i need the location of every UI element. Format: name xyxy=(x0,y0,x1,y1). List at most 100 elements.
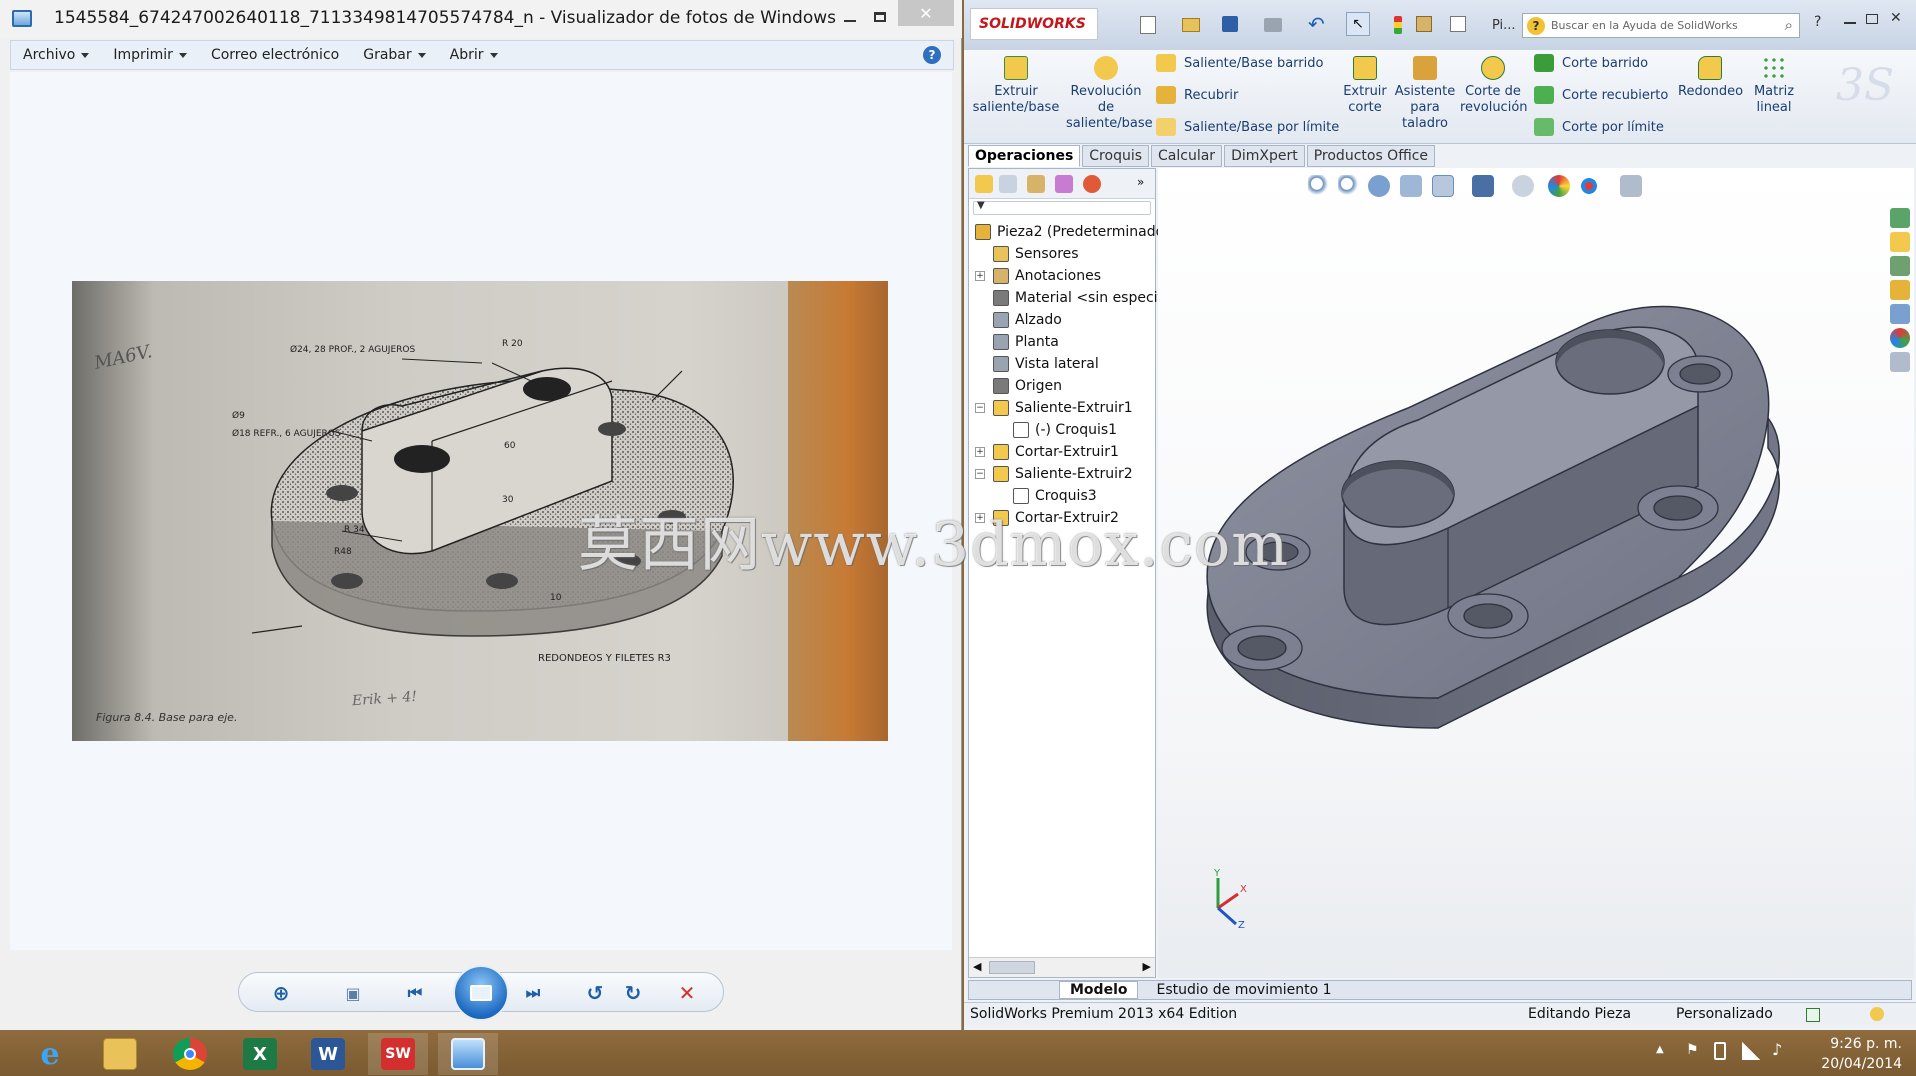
status-units[interactable]: Personalizado xyxy=(1676,1006,1773,1022)
lofted-cut-button[interactable]: Corte recubierto xyxy=(1534,86,1668,104)
tree-filter-input[interactable]: ▼ xyxy=(973,200,1151,215)
display-manager-icon[interactable] xyxy=(1083,175,1101,193)
tree-item[interactable]: − Saliente-Extruir1 xyxy=(975,397,1133,419)
tree-item[interactable]: Sensores xyxy=(993,243,1079,265)
tree-horizontal-scrollbar[interactable]: ◀ ▶ xyxy=(969,957,1155,977)
help-menu-icon[interactable]: ? xyxy=(1814,14,1821,30)
save-icon[interactable] xyxy=(1222,16,1238,32)
tray-show-hidden-icon[interactable]: ▲ xyxy=(1656,1044,1664,1055)
rebuild-icon[interactable] xyxy=(1394,16,1402,34)
next-button[interactable]: ⏭ xyxy=(517,977,549,1009)
collapse-icon[interactable]: − xyxy=(975,469,985,479)
file-properties-icon[interactable] xyxy=(1416,16,1432,32)
tree-item[interactable]: Vista lateral xyxy=(993,353,1099,375)
menu-abrir[interactable]: Abrir xyxy=(438,47,510,63)
delete-button[interactable]: ✕ xyxy=(671,977,703,1009)
hide-show-items-icon[interactable] xyxy=(1512,175,1534,197)
expand-icon[interactable]: + xyxy=(975,271,985,281)
boundary-cut-button[interactable]: Corte por límite xyxy=(1534,118,1664,136)
tree-item[interactable]: Alzado xyxy=(993,309,1062,331)
tab-dimxpert[interactable]: DimXpert xyxy=(1224,145,1305,167)
zoom-to-fit-icon[interactable] xyxy=(1308,175,1330,197)
restore-button[interactable] xyxy=(1866,14,1878,24)
extrude-cut-button[interactable]: Extruir corte xyxy=(1342,56,1388,116)
tab-estudio-movimiento[interactable]: Estudio de movimiento 1 xyxy=(1146,982,1341,998)
new-document-icon[interactable] xyxy=(1140,16,1156,34)
taskbar-file-explorer[interactable] xyxy=(90,1033,150,1075)
dimxpert-manager-icon[interactable] xyxy=(1055,175,1073,193)
appearance-icon[interactable] xyxy=(1548,175,1570,197)
quick-label[interactable]: Pi... xyxy=(1492,18,1516,33)
swept-cut-button[interactable]: Corte barrido xyxy=(1534,54,1648,72)
previous-button[interactable]: ⏮ xyxy=(399,977,431,1009)
tab-productos-office[interactable]: Productos Office xyxy=(1306,145,1436,167)
menu-grabar[interactable]: Grabar xyxy=(351,47,437,63)
undo-icon[interactable]: ↶ xyxy=(1308,12,1325,36)
tray-power-icon[interactable] xyxy=(1714,1042,1726,1060)
help-icon[interactable]: ? xyxy=(923,46,941,64)
configuration-manager-icon[interactable] xyxy=(1027,175,1045,193)
select-icon[interactable]: ↖ xyxy=(1346,12,1370,36)
scenes-icon[interactable] xyxy=(1578,175,1600,197)
zoom-button[interactable]: ⊕ xyxy=(265,977,297,1009)
tree-item[interactable]: (-) Croquis1 xyxy=(1013,419,1117,441)
expand-icon[interactable]: + xyxy=(975,447,985,457)
scroll-right-icon[interactable]: ▶ xyxy=(1143,960,1151,973)
fit-button[interactable]: ▣ xyxy=(337,977,369,1009)
tray-network-icon[interactable] xyxy=(1742,1042,1760,1060)
scroll-left-icon[interactable]: ◀ xyxy=(973,960,981,973)
print-icon[interactable] xyxy=(1264,18,1282,32)
fillet-button[interactable]: Redondeo xyxy=(1678,56,1743,100)
tray-action-center-icon[interactable]: ⚑ xyxy=(1686,1042,1702,1058)
feature-manager-icon[interactable] xyxy=(975,175,993,193)
property-manager-icon[interactable] xyxy=(999,175,1017,193)
tab-calcular[interactable]: Calcular xyxy=(1151,145,1223,167)
rotate-right-button[interactable]: ↻ xyxy=(617,977,649,1009)
tray-volume-icon[interactable]: ♪ xyxy=(1772,1040,1782,1059)
view-orientation-icon[interactable] xyxy=(1432,175,1454,197)
taskbar-photo-viewer[interactable] xyxy=(438,1033,498,1075)
tree-item[interactable]: + Cortar-Extruir1 xyxy=(975,441,1119,463)
help-search-input[interactable]: ? Buscar en la Ayuda de SolidWorks ⌕ xyxy=(1522,13,1800,38)
tree-item[interactable]: − Saliente-Extruir2 xyxy=(975,463,1133,485)
options-icon[interactable] xyxy=(1450,16,1466,32)
taskbar-internet-explorer[interactable]: e xyxy=(20,1033,80,1075)
minimize-button[interactable] xyxy=(836,6,864,28)
boundary-boss-button[interactable]: Saliente/Base por límite xyxy=(1156,118,1339,136)
maximize-button[interactable] xyxy=(866,6,894,28)
search-icon[interactable]: ⌕ xyxy=(1785,16,1793,34)
menu-correo[interactable]: Correo electrónico xyxy=(199,47,351,63)
taskbar-excel[interactable]: X xyxy=(230,1033,290,1075)
loft-button[interactable]: Recubrir xyxy=(1156,86,1238,104)
expand-panel-icon[interactable]: » xyxy=(1137,175,1144,189)
tree-item[interactable]: + Anotaciones xyxy=(975,265,1101,287)
menu-archivo[interactable]: Archivo xyxy=(11,47,101,63)
open-icon[interactable] xyxy=(1182,18,1200,32)
taskbar-solidworks[interactable]: SW xyxy=(368,1033,428,1075)
minimize-button[interactable] xyxy=(1844,22,1856,24)
section-view-icon[interactable] xyxy=(1400,175,1422,197)
view-settings-icon[interactable] xyxy=(1620,175,1642,197)
zoom-to-area-icon[interactable] xyxy=(1338,175,1360,197)
tab-croquis[interactable]: Croquis xyxy=(1082,145,1150,167)
slideshow-button[interactable] xyxy=(453,965,509,1021)
tab-modelo[interactable]: Modelo xyxy=(1059,981,1139,999)
solidworks-resources-icon[interactable] xyxy=(1890,208,1910,228)
tree-item[interactable]: Origen xyxy=(993,375,1062,397)
extrude-boss-button[interactable]: Extruir saliente/base xyxy=(972,56,1060,116)
revolve-boss-button[interactable]: Revolución de saliente/base xyxy=(1066,56,1153,132)
linear-pattern-button[interactable]: Matriz lineal xyxy=(1746,56,1802,116)
swept-boss-button[interactable]: Saliente/Base barrido xyxy=(1156,54,1323,72)
previous-view-icon[interactable] xyxy=(1368,175,1390,197)
rotate-left-button[interactable]: ↺ xyxy=(579,977,611,1009)
display-style-icon[interactable] xyxy=(1472,175,1494,197)
help-status-icon[interactable] xyxy=(1806,1008,1820,1022)
tree-item[interactable]: Pieza2 (Predeterminado xyxy=(975,221,1164,243)
design-library-icon[interactable] xyxy=(1890,232,1910,252)
taskbar-clock[interactable]: 9:26 p. m. 20/04/2014 xyxy=(1821,1034,1902,1074)
hole-wizard-button[interactable]: Asistente para taladro xyxy=(1394,56,1456,132)
revolve-cut-button[interactable]: Corte de revolución xyxy=(1460,56,1528,116)
scroll-thumb[interactable] xyxy=(989,961,1035,974)
rebuild-status-icon[interactable] xyxy=(1870,1007,1884,1021)
close-button[interactable]: ✕ xyxy=(898,0,954,26)
